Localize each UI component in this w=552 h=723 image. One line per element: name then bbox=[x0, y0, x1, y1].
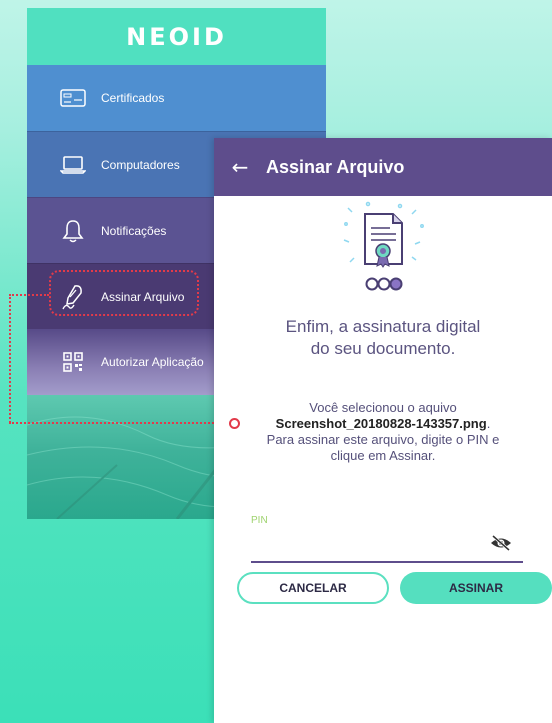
sign-file-screen: ← Assinar Arquivo Enfim, a assinatura di… bbox=[214, 138, 552, 723]
logo-bar: NEOID bbox=[27, 8, 326, 65]
highlight-box bbox=[49, 270, 199, 316]
certificate-card-icon bbox=[59, 84, 87, 112]
sidebar-item-label: Certificados bbox=[101, 91, 165, 105]
sign-button[interactable]: ASSINAR bbox=[400, 572, 552, 604]
sidebar-item-label: Autorizar Aplicação bbox=[101, 355, 204, 369]
filename: Screenshot_20180828-143357.png bbox=[275, 416, 487, 431]
file-info-text: Você selecionou o aquivo Screenshot_2018… bbox=[266, 400, 500, 463]
connector-line bbox=[9, 294, 49, 296]
certificate-document-icon bbox=[343, 201, 424, 291]
connector-line bbox=[9, 294, 11, 423]
pin-label: PIN bbox=[251, 515, 268, 526]
qr-code-icon bbox=[59, 348, 87, 376]
connector-line bbox=[9, 422, 233, 424]
headline: Enfim, a assinatura digital do seu docum… bbox=[285, 317, 481, 358]
pin-input[interactable] bbox=[251, 529, 523, 563]
page-title: Assinar Arquivo bbox=[266, 156, 405, 177]
sidebar-item-label: Computadores bbox=[101, 157, 180, 172]
connector-dot bbox=[229, 418, 240, 429]
eye-off-icon[interactable] bbox=[490, 534, 512, 552]
sidebar-item-certificados[interactable]: Certificados bbox=[27, 65, 326, 131]
neoid-logo: NEOID bbox=[126, 22, 227, 51]
app-bar: ← Assinar Arquivo bbox=[214, 138, 552, 196]
cancel-button[interactable]: CANCELAR bbox=[237, 572, 389, 604]
laptop-icon bbox=[59, 151, 87, 179]
arrow-left-icon[interactable]: ← bbox=[214, 155, 266, 179]
bell-icon bbox=[59, 217, 87, 245]
sidebar-item-label: Notificações bbox=[101, 223, 167, 238]
